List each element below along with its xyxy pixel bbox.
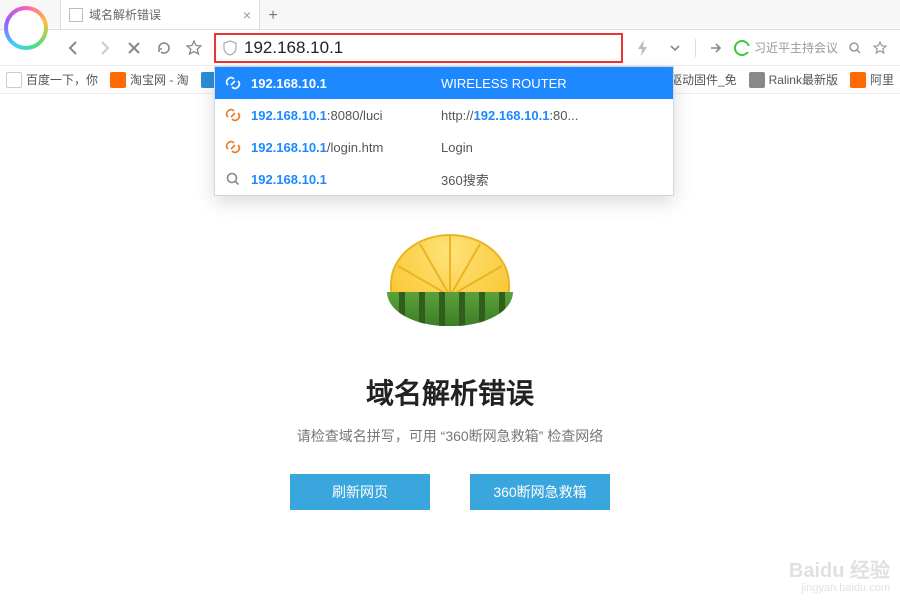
bookmark-item[interactable]: 阿里 bbox=[850, 71, 894, 88]
flash-icon[interactable] bbox=[629, 34, 657, 62]
error-subtitle: 请检查域名拼写，可用 “360断网急救箱” 检查网络 bbox=[297, 426, 603, 446]
dropdown-button[interactable] bbox=[661, 34, 689, 62]
search-engine-box[interactable]: 习近平主持会议 bbox=[734, 39, 862, 56]
suggestion-url: 192.168.10.1 bbox=[251, 76, 441, 91]
back-button[interactable] bbox=[60, 34, 88, 62]
logo-icon bbox=[4, 6, 48, 50]
bookmark-item[interactable]: 淘宝网 - 淘 bbox=[110, 71, 189, 88]
favicon-icon bbox=[6, 72, 22, 88]
favicon-icon bbox=[749, 72, 765, 88]
suggestion-title: 360搜索 bbox=[441, 170, 489, 189]
refresh-button[interactable]: 刷新网页 bbox=[290, 474, 430, 510]
bookmark-label: Ralink最新版 bbox=[769, 71, 838, 88]
suggestion-item[interactable]: 192.168.10.1WIRELESS ROUTER bbox=[215, 67, 673, 99]
reload-button[interactable] bbox=[150, 34, 178, 62]
favicon-icon bbox=[850, 72, 866, 88]
watermark: Baidu 经验 jingyan.baidu.com bbox=[789, 560, 890, 594]
suggestion-item[interactable]: 192.168.10.1:8080/lucihttp://192.168.10.… bbox=[215, 99, 673, 131]
bookmark-label: 阿里 bbox=[870, 71, 894, 88]
suggestion-url: 192.168.10.1 bbox=[251, 172, 441, 187]
suggestion-item[interactable]: 192.168.10.1/login.htmLogin bbox=[215, 131, 673, 163]
forward-button[interactable] bbox=[90, 34, 118, 62]
star-bookmark-button[interactable] bbox=[866, 34, 894, 62]
page-icon bbox=[69, 8, 83, 22]
favicon-icon bbox=[110, 72, 126, 88]
search-icon bbox=[848, 41, 862, 55]
go-button[interactable] bbox=[702, 34, 730, 62]
suggestion-title: WIRELESS ROUTER bbox=[441, 76, 567, 91]
watermark-text: Baidu 经验 bbox=[789, 560, 890, 582]
search-icon bbox=[225, 171, 241, 187]
stop-button[interactable] bbox=[120, 34, 148, 62]
rescue-button[interactable]: 360断网急救箱 bbox=[470, 474, 610, 510]
bookmark-label: 淘宝网 - 淘 bbox=[130, 71, 189, 88]
suggestion-item[interactable]: 192.168.10.1360搜索 bbox=[215, 163, 673, 195]
link-icon bbox=[225, 107, 241, 123]
nav-toolbar: 习近平主持会议 bbox=[0, 30, 900, 66]
melon-icon bbox=[380, 234, 520, 344]
browser-tab[interactable]: 域名解析错误 × bbox=[60, 0, 260, 29]
error-title: 域名解析错误 bbox=[366, 372, 534, 412]
new-tab-button[interactable]: + bbox=[260, 7, 286, 29]
link-icon bbox=[225, 75, 241, 91]
bookmark-label: 百度一下，你 bbox=[26, 71, 98, 88]
address-bar[interactable] bbox=[214, 33, 623, 63]
link-icon bbox=[225, 139, 241, 155]
bookmark-item[interactable]: 百度一下，你 bbox=[6, 71, 98, 88]
favorite-button[interactable] bbox=[180, 34, 208, 62]
bookmark-label: 驱动固件_免 bbox=[670, 71, 737, 88]
bookmark-item[interactable]: Ralink最新版 bbox=[749, 71, 838, 88]
watermark-sub: jingyan.baidu.com bbox=[789, 582, 890, 594]
search-engine-icon bbox=[734, 40, 750, 56]
suggestion-url: 192.168.10.1/login.htm bbox=[251, 140, 441, 155]
suggestion-title: Login bbox=[441, 140, 473, 155]
tab-title: 域名解析错误 bbox=[89, 6, 161, 23]
address-input[interactable] bbox=[244, 38, 615, 58]
close-tab-button[interactable]: × bbox=[243, 7, 251, 23]
shield-icon bbox=[222, 40, 238, 56]
browser-logo bbox=[4, 6, 60, 62]
suggestion-title: http://192.168.10.1:80... bbox=[441, 108, 578, 123]
tab-bar: 域名解析错误 × + bbox=[0, 0, 900, 30]
search-placeholder: 习近平主持会议 bbox=[754, 39, 844, 56]
address-suggestions: 192.168.10.1WIRELESS ROUTER192.168.10.1:… bbox=[214, 66, 674, 196]
suggestion-url: 192.168.10.1:8080/luci bbox=[251, 108, 441, 123]
